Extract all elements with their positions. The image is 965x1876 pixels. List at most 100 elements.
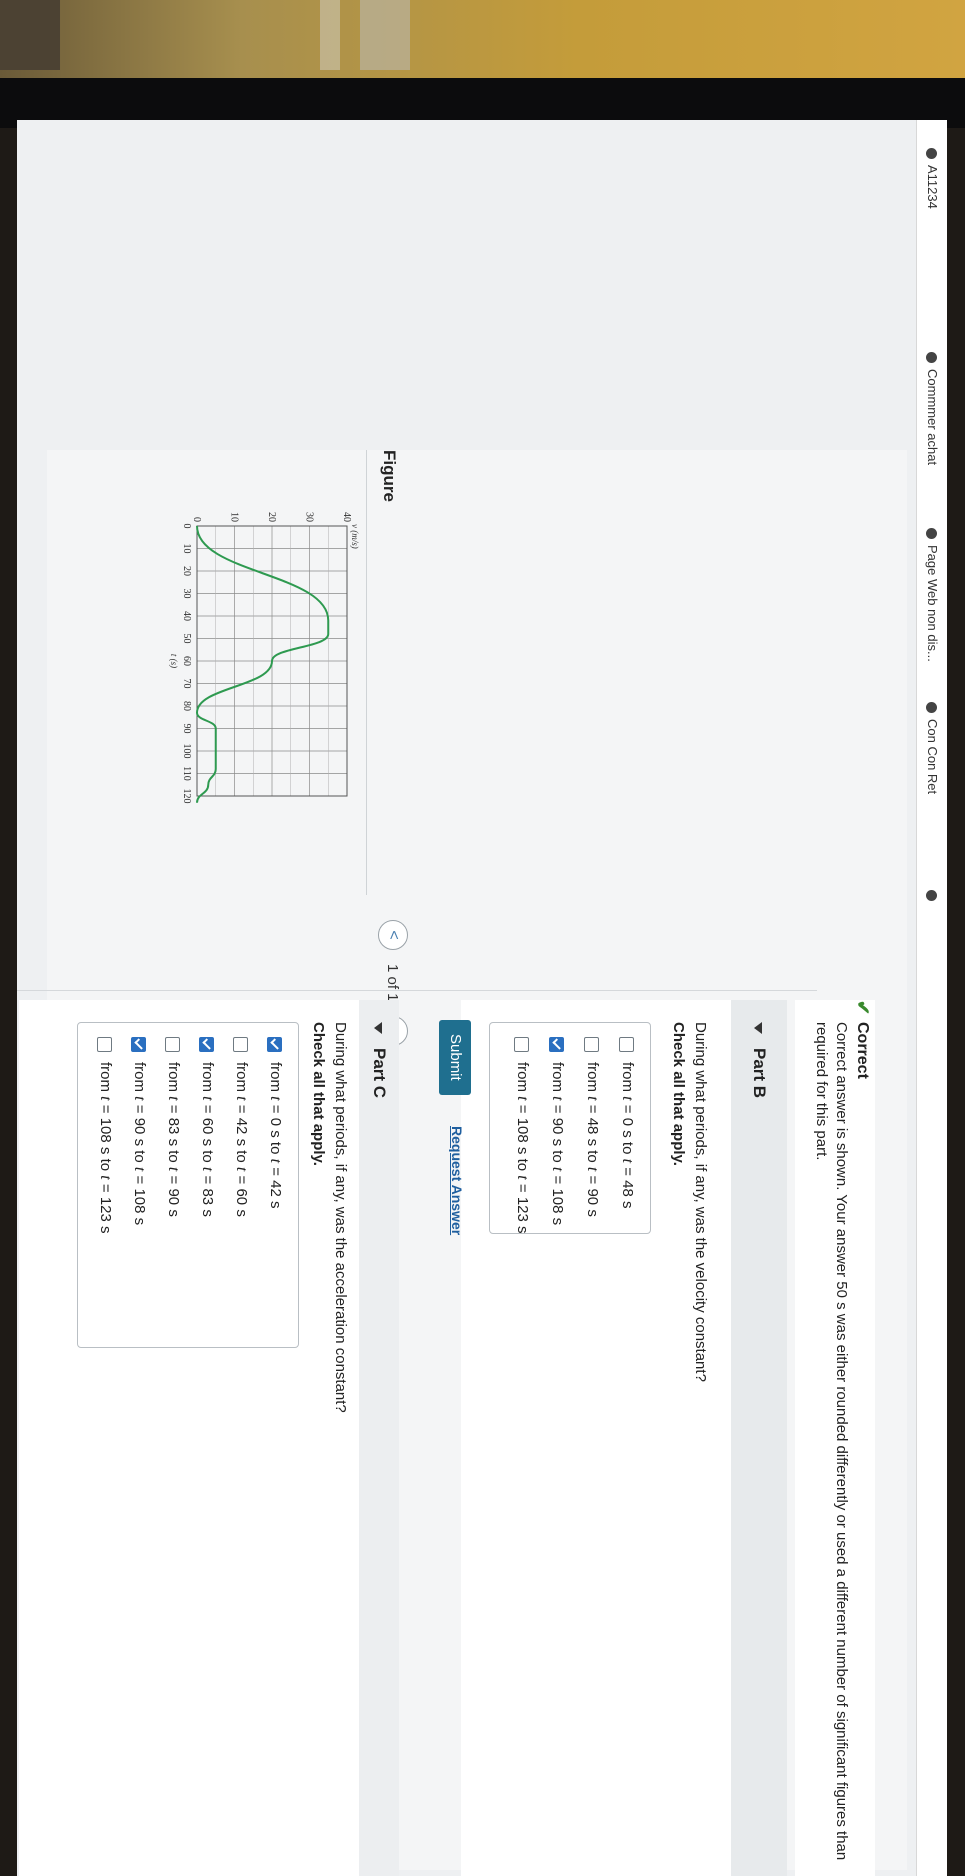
option-row[interactable]: from t = 108 s to t = 123 s (511, 1037, 533, 1234)
option-text: = 108 s to (514, 1100, 531, 1176)
bookmark-item[interactable]: A11234 (917, 148, 947, 209)
option-text: = 83 s to (165, 1100, 182, 1167)
x-axis-label: t (s) (169, 654, 179, 668)
option-label: from t = 0 s to t = 48 s (616, 1062, 638, 1208)
checkbox-checked[interactable] (549, 1037, 565, 1052)
checkbox[interactable] (514, 1037, 530, 1052)
feedback-title: Correct (854, 1022, 871, 1079)
x-tick-label: 110 (181, 766, 192, 781)
option-text: = 90 s to (549, 1100, 566, 1167)
option-row[interactable]: from t = 0 s to t = 42 s (264, 1037, 286, 1208)
checkbox[interactable] (233, 1037, 249, 1052)
feedback-message: Correct answer is shown. Your answer 50 … (813, 1022, 850, 1861)
x-tick-label: 40 (181, 611, 192, 621)
option-label: from t = 108 s to t = 123 s (511, 1062, 533, 1234)
part-c-instruction: Check all that apply. (310, 1022, 327, 1166)
option-text: = 90 s (584, 1171, 601, 1217)
option-text: from (584, 1062, 601, 1097)
velocity-curve (195, 525, 330, 803)
velocity-time-graph: 0 10 20 30 40 50 60 70 80 90 100 110 120 0 10 20 30 40 v (… (169, 512, 360, 804)
option-text: = 108 s (131, 1171, 148, 1226)
divider (366, 450, 367, 895)
part-c-title: Part C (370, 1048, 389, 1099)
option-text: = 42 s to (233, 1100, 250, 1167)
y-tick-label: 0 (191, 517, 202, 522)
option-row[interactable]: from t = 60 s to t = 83 s (196, 1037, 218, 1217)
option-text: = 48 s (619, 1163, 636, 1209)
part-b-header[interactable]: Part B (731, 1000, 787, 1876)
figure-title: Figure (380, 450, 399, 502)
bookmark-label: Page Web non dis... (925, 545, 940, 662)
part-c-body: During what periods, if any, was the acc… (19, 1000, 359, 1876)
option-row[interactable]: from t = 90 s to t = 108 s (546, 1037, 568, 1225)
x-tick-label: 100 (181, 744, 192, 759)
option-row[interactable]: from t = 42 s to t = 60 s (230, 1037, 252, 1217)
part-c-header[interactable]: Part C (359, 1000, 399, 1876)
option-text: = 42 s (267, 1163, 284, 1209)
part-b-question: During what periods, if any, was the vel… (692, 1022, 709, 1382)
option-row[interactable]: from t = 83 s to t = 90 s (162, 1037, 184, 1217)
option-text: from (199, 1062, 216, 1097)
option-row[interactable]: from t = 90 s to t = 108 s (128, 1037, 150, 1225)
option-row[interactable]: from t = 48 s to t = 90 s (581, 1037, 603, 1217)
part-b-body: During what periods, if any, was the vel… (461, 1000, 731, 1876)
option-row[interactable]: from t = 108 s to t = 123 s (94, 1037, 116, 1234)
x-tick-label: 30 (181, 589, 192, 599)
feedback-banner: ✔ Correct Correct answer is shown. Your … (795, 1000, 875, 1876)
y-tick-label: 40 (341, 512, 352, 522)
option-label: from t = 108 s to t = 123 s (94, 1062, 116, 1234)
option-text: from (233, 1062, 250, 1097)
option-row[interactable]: from t = 0 s to t = 48 s (616, 1037, 638, 1208)
option-text: = 123 s (514, 1179, 531, 1234)
option-label: from t = 60 s to t = 83 s (196, 1062, 218, 1217)
bookmark-item[interactable]: Commmer achat (917, 352, 947, 465)
checkbox[interactable] (619, 1037, 635, 1052)
option-text: from (97, 1062, 114, 1097)
option-text: from (549, 1062, 566, 1097)
option-text: = 90 s to (131, 1100, 148, 1167)
divider (916, 120, 917, 1876)
bookmark-label: A11234 (925, 165, 940, 209)
bookmark-label: Commmer achat (925, 369, 940, 466)
option-text: = 48 s to (584, 1100, 601, 1167)
checkbox-checked[interactable] (199, 1037, 215, 1052)
part-b-title: Part B (750, 1048, 769, 1099)
option-text: = 0 s to (619, 1100, 636, 1159)
column-divider (17, 990, 817, 991)
request-answer-link[interactable]: Request Answer (449, 1126, 465, 1235)
x-tick-label: 70 (181, 679, 192, 689)
option-text: from (131, 1062, 148, 1097)
bookmark-icon (925, 890, 937, 901)
x-tick-label: 50 (181, 634, 192, 644)
x-tick-label: 120 (181, 789, 192, 804)
bookmark-item[interactable]: Con Con Ret (917, 702, 947, 794)
option-label: from t = 90 s to t = 108 s (546, 1062, 568, 1225)
submit-button[interactable]: Submit (439, 1020, 471, 1095)
pager-label: 1 of 1 (384, 964, 402, 1002)
bookmark-icon (925, 528, 937, 539)
check-icon: ✔ (853, 1000, 873, 1016)
checkbox-checked[interactable] (267, 1037, 283, 1052)
checkbox-checked[interactable] (131, 1037, 147, 1052)
option-text: from (514, 1062, 531, 1097)
option-text: = 108 s (549, 1171, 566, 1226)
x-tick-label: 20 (181, 566, 192, 576)
x-tick-label: 10 (181, 544, 192, 554)
y-tick-label: 30 (304, 512, 315, 522)
checkbox[interactable] (97, 1037, 113, 1052)
option-label: from t = 42 s to t = 60 s (230, 1062, 252, 1217)
bookmark-label: Con Con Ret (925, 719, 940, 795)
checkbox[interactable] (165, 1037, 181, 1052)
collapse-icon (373, 1022, 382, 1034)
prev-figure-button[interactable]: < (378, 920, 408, 950)
bookmark-item[interactable] (917, 890, 947, 907)
bookmark-icon (925, 352, 937, 363)
option-text: = 108 s to (97, 1100, 114, 1176)
option-label: from t = 0 s to t = 42 s (264, 1062, 286, 1208)
x-tick-label: 80 (181, 701, 192, 711)
checkbox[interactable] (584, 1037, 600, 1052)
option-text: = 123 s (97, 1179, 114, 1234)
bookmark-icon (925, 702, 937, 713)
bookmark-item[interactable]: Page Web non dis... (917, 528, 947, 662)
y-tick-label: 20 (266, 512, 277, 522)
